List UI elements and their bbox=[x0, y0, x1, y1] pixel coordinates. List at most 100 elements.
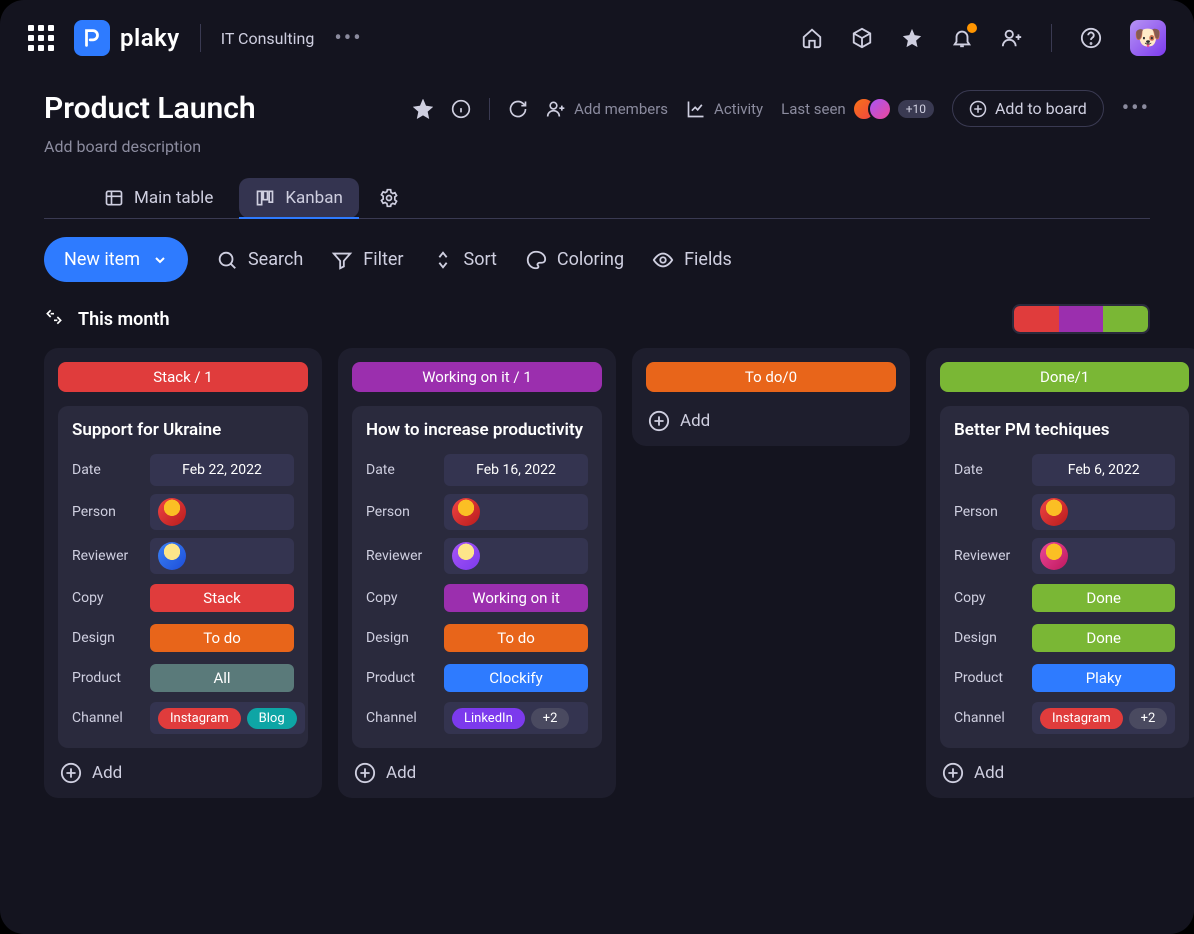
reviewer-value[interactable] bbox=[1032, 538, 1175, 574]
color-green bbox=[1103, 306, 1148, 332]
card[interactable]: Support for UkraineDateFeb 22, 2022Perso… bbox=[58, 406, 308, 748]
column-header[interactable]: Working on it / 1 bbox=[352, 362, 602, 392]
workspace-name[interactable]: IT Consulting bbox=[221, 29, 315, 48]
column-header[interactable]: Done/1 bbox=[940, 362, 1189, 392]
help-icon[interactable] bbox=[1080, 27, 1102, 49]
field-row: Design To do bbox=[72, 622, 294, 654]
apps-grid-icon[interactable] bbox=[28, 25, 54, 51]
status-pill: Working on it bbox=[444, 584, 588, 612]
field-row: DesignTo do bbox=[366, 622, 588, 654]
person-value[interactable] bbox=[444, 494, 588, 530]
person-value[interactable] bbox=[1032, 494, 1175, 530]
field-label: Copy bbox=[954, 590, 1022, 606]
field-label: Person bbox=[72, 504, 140, 520]
reviewer-value[interactable] bbox=[444, 538, 588, 574]
collapse-icon[interactable] bbox=[44, 307, 64, 331]
add-card-button[interactable]: Add bbox=[58, 762, 308, 784]
date-value[interactable]: Feb 16, 2022 bbox=[444, 454, 588, 486]
field-row: Copy Done bbox=[954, 582, 1175, 614]
date-value[interactable]: Feb 6, 2022 bbox=[1032, 454, 1175, 486]
tab-kanban[interactable]: Kanban bbox=[239, 178, 358, 218]
product-value[interactable]: Clockify bbox=[444, 662, 588, 694]
home-icon[interactable] bbox=[801, 27, 823, 49]
filter-button[interactable]: Filter bbox=[331, 249, 403, 271]
board-more-icon[interactable]: ••• bbox=[1122, 96, 1150, 121]
avatar[interactable]: 🐶 bbox=[1130, 20, 1166, 56]
coloring-button[interactable]: Coloring bbox=[525, 249, 624, 271]
design-value[interactable]: To do bbox=[150, 622, 294, 654]
divider bbox=[200, 24, 201, 52]
field-row: Channel LinkedIn+2 bbox=[366, 702, 588, 734]
add-to-board-label: Add to board bbox=[995, 99, 1087, 118]
more-icon[interactable]: ••• bbox=[334, 26, 362, 51]
status-pill: Plaky bbox=[1032, 664, 1175, 692]
field-label: Reviewer bbox=[954, 548, 1022, 564]
card[interactable]: Better PM techiquesDateFeb 6, 2022Person… bbox=[940, 406, 1189, 748]
column-header[interactable]: To do/0 bbox=[646, 362, 896, 392]
copy-value[interactable]: Done bbox=[1032, 582, 1175, 614]
design-value[interactable]: Done bbox=[1032, 622, 1175, 654]
add-user-icon[interactable] bbox=[1001, 27, 1023, 49]
field-row: Copy Stack bbox=[72, 582, 294, 614]
search-button[interactable]: Search bbox=[216, 249, 303, 271]
board-description[interactable]: Add board description bbox=[44, 137, 1150, 156]
product-value[interactable]: All bbox=[150, 662, 294, 694]
favorite-icon[interactable] bbox=[413, 99, 433, 119]
new-item-label: New item bbox=[64, 249, 140, 270]
tool-label: Fields bbox=[684, 249, 732, 270]
activity-button[interactable]: Activity bbox=[686, 99, 763, 119]
logo-text: plaky bbox=[120, 24, 180, 52]
product-value[interactable]: Plaky bbox=[1032, 662, 1175, 694]
view-tabs: Main table Kanban bbox=[44, 156, 1150, 219]
app-window: plaky IT Consulting ••• 🐶 Product Launch bbox=[0, 0, 1194, 934]
info-icon[interactable] bbox=[451, 99, 471, 119]
top-nav: plaky IT Consulting ••• 🐶 bbox=[0, 0, 1194, 76]
member-count: +10 bbox=[898, 100, 934, 118]
fields-button[interactable]: Fields bbox=[652, 249, 732, 271]
status-color-bar[interactable] bbox=[1012, 304, 1150, 334]
add-card-button[interactable]: Add bbox=[352, 762, 602, 784]
add-members-label: Add members bbox=[574, 100, 668, 118]
logo[interactable]: plaky bbox=[74, 20, 180, 56]
sort-button[interactable]: Sort bbox=[432, 249, 497, 271]
tab-main-table[interactable]: Main table bbox=[88, 178, 229, 218]
column-header[interactable]: Stack / 1 bbox=[58, 362, 308, 392]
design-value[interactable]: To do bbox=[444, 622, 588, 654]
field-label: Product bbox=[366, 670, 434, 686]
divider bbox=[489, 98, 490, 120]
field-row: Product Clockify bbox=[366, 662, 588, 694]
add-to-board-button[interactable]: Add to board bbox=[952, 90, 1104, 127]
gear-icon[interactable] bbox=[379, 188, 399, 208]
add-label: Add bbox=[92, 763, 122, 783]
last-seen[interactable]: Last seen +10 bbox=[781, 97, 934, 121]
channel-value[interactable]: InstagramBlog bbox=[150, 702, 305, 734]
add-card-button[interactable]: Add bbox=[646, 410, 896, 432]
bell-icon[interactable] bbox=[951, 27, 973, 49]
field-label: Channel bbox=[72, 710, 140, 726]
field-label: Channel bbox=[366, 710, 434, 726]
field-label: Copy bbox=[72, 590, 140, 606]
add-members-button[interactable]: Add members bbox=[546, 99, 668, 119]
field-label: Design bbox=[72, 630, 140, 646]
channel-chip: +2 bbox=[531, 708, 570, 729]
date-value[interactable]: Feb 22, 2022 bbox=[150, 454, 294, 486]
copy-value[interactable]: Stack bbox=[150, 582, 294, 614]
package-icon[interactable] bbox=[851, 27, 873, 49]
person-value[interactable] bbox=[150, 494, 294, 530]
reviewer-avatar bbox=[158, 542, 186, 570]
channel-chip: Blog bbox=[247, 708, 297, 729]
star-icon[interactable] bbox=[901, 27, 923, 49]
refresh-icon[interactable] bbox=[508, 99, 528, 119]
person-avatar bbox=[1040, 498, 1068, 526]
tool-label: Filter bbox=[363, 249, 403, 270]
tool-label: Search bbox=[248, 249, 303, 270]
channel-value[interactable]: LinkedIn+2 bbox=[444, 702, 588, 734]
card[interactable]: How to increase productivityDateFeb 16, … bbox=[352, 406, 602, 748]
add-card-button[interactable]: Add bbox=[940, 762, 1189, 784]
new-item-button[interactable]: New item bbox=[44, 237, 188, 282]
tab-label: Kanban bbox=[285, 188, 342, 208]
channel-value[interactable]: Instagram+2 bbox=[1032, 702, 1175, 734]
copy-value[interactable]: Working on it bbox=[444, 582, 588, 614]
field-row: DesignDone bbox=[954, 622, 1175, 654]
reviewer-value[interactable] bbox=[150, 538, 294, 574]
